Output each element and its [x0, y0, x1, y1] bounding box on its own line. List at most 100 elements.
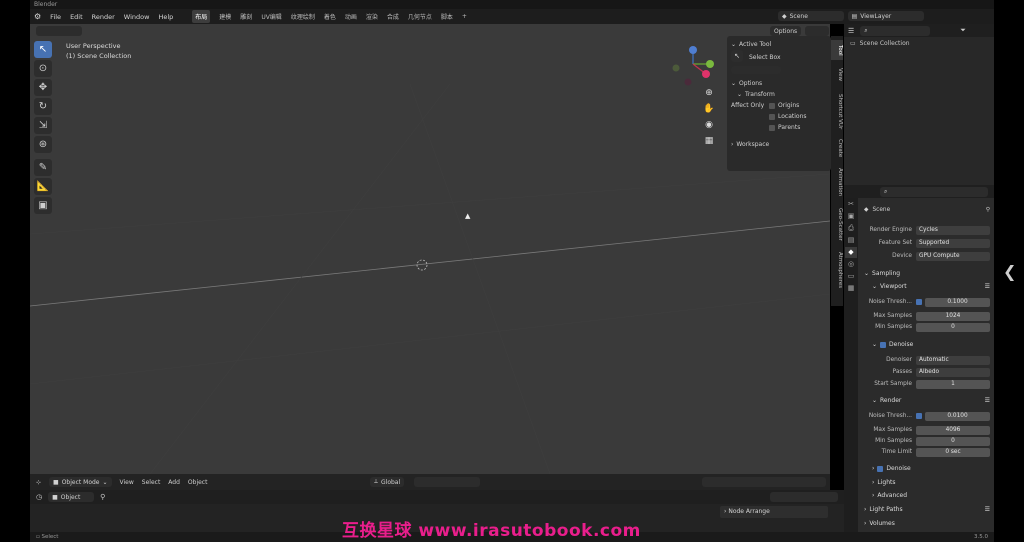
workspace-tab-compositing[interactable]: 合成	[387, 12, 399, 21]
device-dropdown[interactable]: GPU Compute	[916, 251, 990, 261]
active-tool-row[interactable]: ↖ Select Box	[731, 50, 827, 64]
render-sampling-header[interactable]: ⌄ Render ☰	[864, 395, 990, 406]
render-engine-dropdown[interactable]: Cycles	[916, 225, 990, 235]
sampling-header[interactable]: ⌄ Sampling	[864, 268, 990, 279]
menu-render[interactable]: Render	[92, 13, 115, 21]
snap-controls[interactable]	[414, 477, 480, 487]
light-paths-header[interactable]: › Light Paths ☰	[864, 504, 990, 515]
view-layer-tab-icon[interactable]: ▤	[845, 235, 857, 246]
workspace-header[interactable]: › Workspace	[731, 139, 827, 150]
vp-max-field[interactable]: 1024	[916, 311, 990, 321]
start-sample-field[interactable]: 1	[916, 379, 990, 389]
r-denoise-checkbox[interactable]	[877, 465, 884, 472]
r-noise-field[interactable]: 0.0100	[925, 411, 990, 421]
list-icon[interactable]: ☰	[985, 283, 990, 290]
vtab-animation[interactable]: Animation	[831, 164, 843, 200]
vp-denoise-header[interactable]: ⌄ Denoise	[864, 339, 990, 350]
viewport-options-button[interactable]: Options	[770, 26, 802, 36]
scene-tab-icon[interactable]: ◆	[845, 247, 857, 258]
passes-dropdown[interactable]: Albedo	[916, 367, 990, 377]
cursor-tool-icon[interactable]: ⊙	[34, 60, 52, 77]
vtab-view[interactable]: View	[831, 64, 843, 86]
transform-tool-icon[interactable]: ⊛	[34, 136, 52, 153]
menu-select[interactable]: Select	[142, 479, 161, 486]
denoiser-dropdown[interactable]: Automatic	[916, 355, 990, 365]
r-min-field[interactable]: 0	[916, 436, 990, 446]
vtab-create[interactable]: Create	[831, 136, 843, 160]
orientation-selector[interactable]: ⟂ Global	[370, 477, 405, 487]
blender-logo-icon[interactable]: ⚙	[34, 12, 41, 21]
menu-add[interactable]: Add	[168, 479, 180, 486]
vp-denoise-checkbox[interactable]	[880, 341, 887, 348]
world-tab-icon[interactable]: ◎	[845, 259, 857, 270]
select-box-tool-icon[interactable]: ↖	[34, 41, 52, 58]
list-icon[interactable]: ☰	[985, 397, 990, 404]
feature-set-dropdown[interactable]: Supported	[916, 238, 990, 248]
camera-icon[interactable]: ◉	[702, 120, 716, 136]
move-tool-icon[interactable]: ✥	[34, 79, 52, 96]
origins-checkbox[interactable]	[769, 102, 775, 109]
chevron-left-icon[interactable]: ❮	[1003, 262, 1016, 281]
annotate-tool-icon[interactable]: ✎	[34, 159, 52, 176]
timeline-right-buttons[interactable]	[770, 492, 838, 502]
options-header[interactable]: ⌄ Options	[731, 78, 827, 89]
workspace-tab-modeling[interactable]: 建模	[219, 12, 231, 21]
node-arrange-panel[interactable]: › Node Arrange	[720, 506, 828, 518]
3d-viewport[interactable]: Options User Perspective (1) Scene Colle…	[30, 24, 830, 474]
lights-header[interactable]: › Lights	[864, 477, 990, 488]
advanced-header[interactable]: › Advanced	[864, 490, 990, 501]
parents-checkbox[interactable]	[769, 124, 775, 131]
menu-window[interactable]: Window	[124, 13, 150, 21]
view-layer-selector[interactable]: ▤ ViewLayer	[847, 11, 925, 21]
vp-noise-checkbox[interactable]	[916, 299, 922, 305]
workspace-tab-shading[interactable]: 着色	[324, 12, 336, 21]
menu-view[interactable]: View	[120, 479, 134, 486]
workspace-tab-rendering[interactable]: 渲染	[366, 12, 378, 21]
menu-edit[interactable]: Edit	[70, 13, 83, 21]
filter-icon[interactable]: ⏷	[960, 26, 966, 35]
tool-tab-icon[interactable]: ✂	[845, 199, 857, 210]
measure-tool-icon[interactable]: 📐	[34, 178, 52, 195]
outliner-search-input[interactable]: ⌕	[860, 25, 931, 36]
editor-type-icon[interactable]: ⊹	[36, 479, 41, 486]
scale-tool-icon[interactable]: ⇲	[34, 117, 52, 134]
render-tab-icon[interactable]: ▣	[845, 211, 857, 222]
vtab-shortcut[interactable]: Shortcut VUr	[831, 90, 843, 134]
navigation-gizmo[interactable]	[668, 42, 718, 94]
workspace-tab-texture-paint[interactable]: 纹理绘制	[291, 12, 315, 21]
add-workspace-button[interactable]: +	[462, 13, 467, 20]
time-limit-field[interactable]: 0 sec	[916, 447, 990, 457]
outliner-editor-icon[interactable]: ☰	[848, 27, 854, 35]
pin-icon[interactable]: ⚲	[986, 207, 990, 213]
timeline-editor-icon[interactable]: ◷	[36, 493, 42, 501]
vp-noise-field[interactable]: 0.1000	[925, 297, 990, 307]
outliner-root-item[interactable]: ▭ Scene Collection	[844, 37, 994, 50]
vtab-tool[interactable]: Tool	[831, 40, 843, 60]
workspace-tab-animation[interactable]: 动画	[345, 12, 357, 21]
r-max-field[interactable]: 4096	[916, 425, 990, 435]
r-denoise-header[interactable]: › Denoise	[864, 463, 990, 474]
locations-checkbox[interactable]	[769, 113, 775, 120]
menu-help[interactable]: Help	[158, 13, 173, 21]
workspace-tab-sculpting[interactable]: 雕刻	[240, 12, 252, 21]
vtab-atmospheres[interactable]: Atmospheres	[831, 248, 843, 292]
select-mode-buttons[interactable]	[731, 64, 827, 75]
transform-header[interactable]: ⌄ Transform	[731, 89, 827, 100]
mode-selector[interactable]: ■ Object Mode ⌄	[49, 477, 112, 487]
viewport-sampling-header[interactable]: ⌄ Viewport ☰	[864, 281, 990, 292]
viewport-shading-buttons[interactable]	[702, 477, 826, 487]
workspace-tab-geometry-nodes[interactable]: 几何节点	[408, 12, 432, 21]
menu-file[interactable]: File	[50, 13, 61, 21]
select-mode-icons[interactable]	[36, 26, 82, 36]
properties-search-input[interactable]: ⌕	[880, 187, 988, 197]
workspace-tab-uv-editing[interactable]: UV编辑	[261, 12, 282, 21]
list-icon[interactable]: ☰	[985, 506, 990, 513]
menu-object[interactable]: Object	[188, 479, 208, 486]
collection-tab-icon[interactable]: ▭	[845, 271, 857, 282]
volumes-header[interactable]: › Volumes	[864, 518, 990, 529]
zoom-icon[interactable]: ⊕	[702, 88, 716, 104]
vp-min-field[interactable]: 0	[916, 322, 990, 332]
pan-hand-icon[interactable]: ✋	[702, 104, 716, 120]
active-tool-header[interactable]: ⌄ Active Tool	[731, 39, 827, 50]
viewport-toggle-button[interactable]	[805, 26, 830, 36]
